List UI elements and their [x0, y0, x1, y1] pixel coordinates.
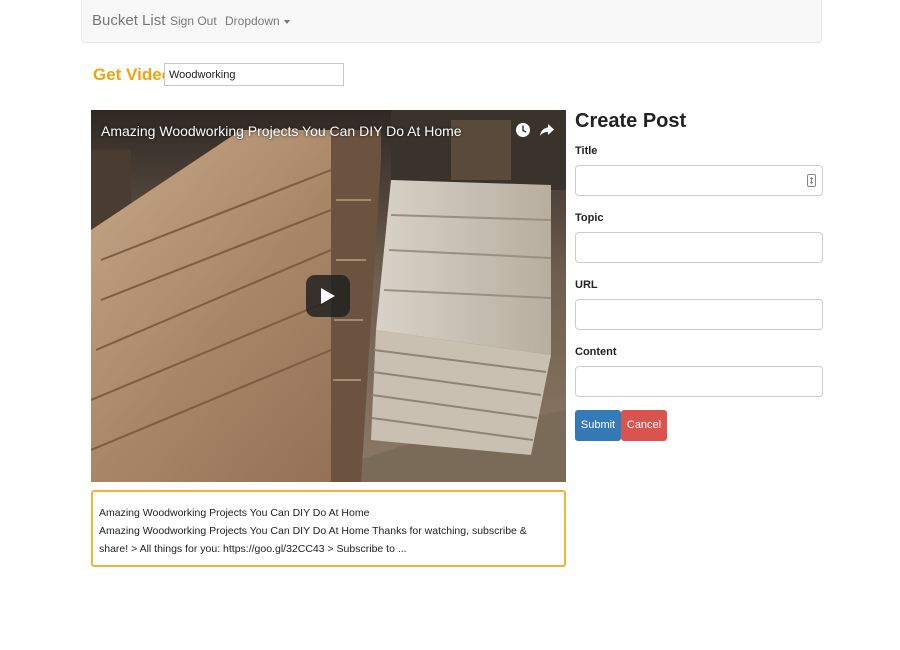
- clock-icon[interactable]: [515, 122, 531, 138]
- play-button[interactable]: [306, 275, 350, 317]
- cancel-button[interactable]: Cancel: [621, 410, 667, 441]
- submit-button[interactable]: Submit: [575, 410, 621, 441]
- content-input[interactable]: [575, 366, 823, 397]
- video-title[interactable]: Amazing Woodworking Projects You Can DIY…: [101, 123, 462, 139]
- play-icon: [321, 288, 335, 304]
- create-post-title: Create Post: [575, 110, 687, 132]
- input-menu-icon[interactable]: [807, 174, 816, 192]
- description-text: Amazing Woodworking Projects You Can DIY…: [99, 525, 527, 555]
- caret-down-icon: [283, 19, 290, 24]
- url-label: URL: [575, 279, 598, 291]
- dropdown-label: Dropdown: [225, 14, 280, 28]
- topic-label: Topic: [575, 212, 604, 224]
- navbar: Bucket List Sign Out Dropdown: [81, 0, 822, 43]
- share-icon[interactable]: [539, 122, 555, 138]
- description-title: Amazing Woodworking Projects You Can DIY…: [99, 507, 370, 519]
- content-label: Content: [575, 346, 617, 358]
- url-input[interactable]: [575, 299, 823, 330]
- dropdown-toggle[interactable]: Dropdown: [225, 14, 290, 28]
- navbar-brand[interactable]: Bucket List: [92, 12, 165, 29]
- topic-input[interactable]: [575, 232, 823, 263]
- title-label: Title: [575, 145, 598, 157]
- title-input[interactable]: [575, 165, 823, 196]
- sign-out-link[interactable]: Sign Out: [170, 14, 217, 28]
- video-search-input[interactable]: [164, 63, 344, 86]
- video-description-box: Amazing Woodworking Projects You Can DIY…: [91, 490, 566, 567]
- video-player[interactable]: Amazing Woodworking Projects You Can DIY…: [91, 110, 566, 482]
